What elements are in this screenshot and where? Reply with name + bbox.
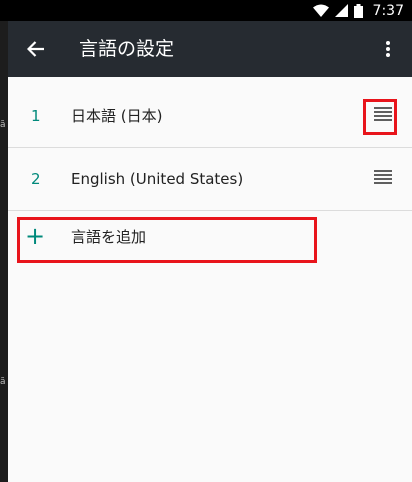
background-edge-glyph: ã — [0, 377, 6, 387]
highlight-box-drag-handle — [363, 99, 397, 135]
wifi-icon — [312, 4, 329, 17]
language-row-english[interactable]: 2 English (United States) — [8, 148, 412, 211]
language-number: 2 — [31, 170, 41, 188]
language-row-japanese[interactable]: 1 日本語 (日本) — [8, 85, 412, 148]
back-button[interactable] — [22, 35, 50, 63]
language-name: English (United States) — [71, 170, 244, 188]
battery-icon — [353, 3, 363, 18]
language-number: 1 — [31, 107, 41, 125]
background-edge-glyph: ã — [0, 120, 6, 130]
arrow-back-icon — [27, 41, 44, 57]
more-options-button[interactable] — [376, 35, 400, 63]
page-title: 言語の設定 — [79, 38, 175, 60]
toolbar: 言語の設定 — [8, 21, 412, 77]
more-vert-icon — [386, 41, 390, 57]
signal-icon — [334, 4, 348, 17]
language-settings-screen: 言語の設定 1 日本語 (日本) 2 English (United State… — [8, 21, 412, 482]
highlight-box-add-language — [17, 217, 317, 263]
drag-handle-icon[interactable] — [374, 170, 392, 186]
status-bar: 7:37 — [0, 0, 412, 21]
language-name: 日本語 (日本) — [71, 107, 163, 125]
status-time: 7:37 — [372, 2, 404, 19]
status-icons: 7:37 — [312, 0, 404, 21]
